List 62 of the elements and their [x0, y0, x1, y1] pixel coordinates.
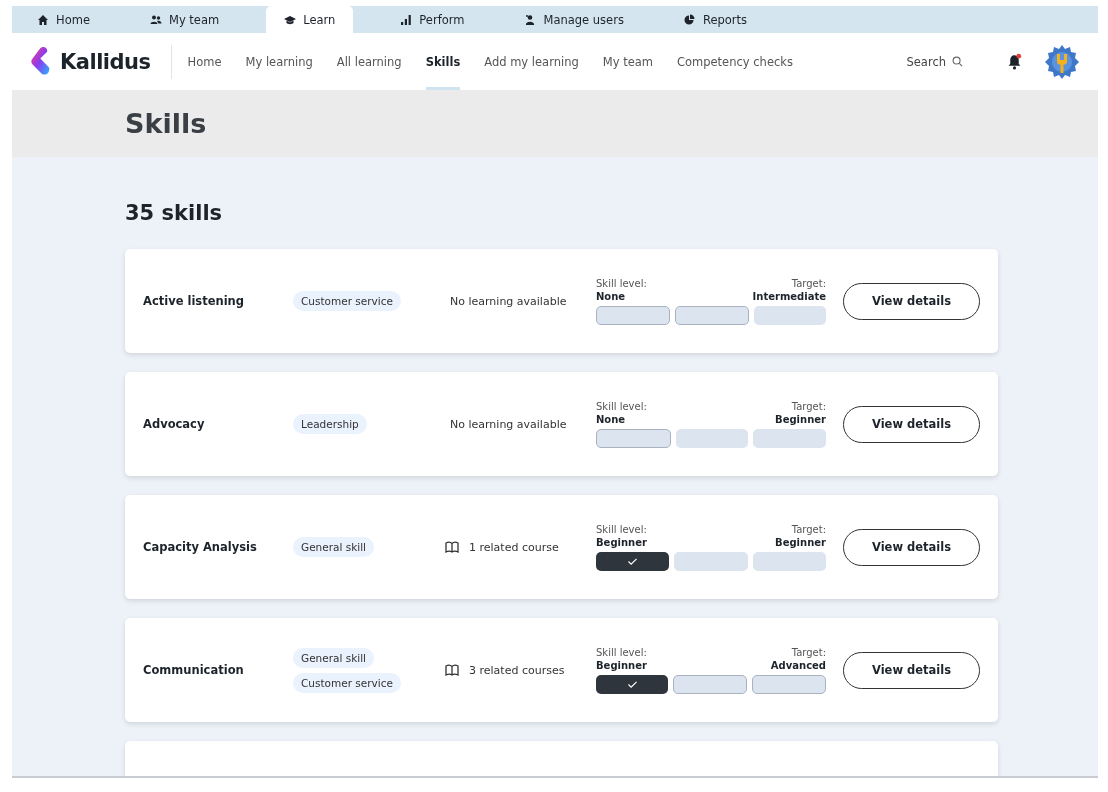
view-details-button[interactable]: View details — [843, 282, 980, 320]
skill-name: Capacity Analysis — [143, 540, 258, 554]
people-icon — [149, 13, 162, 26]
search-icon — [952, 56, 963, 67]
skill-name: Communication — [143, 663, 245, 677]
skill-level-value: None — [596, 290, 627, 303]
category-tag: General skill — [293, 537, 375, 557]
learning-status: 3 related courses — [469, 663, 565, 677]
module-tab[interactable]: Reports — [670, 6, 761, 33]
skill-level-label: Skill level: — [596, 523, 647, 536]
target-label: Target: — [790, 523, 826, 536]
home-icon — [37, 13, 49, 26]
module-tab[interactable]: Home — [24, 6, 103, 33]
check-icon — [626, 680, 638, 689]
nav-link[interactable]: Competency checks — [676, 33, 793, 90]
module-tab[interactable]: My team — [136, 6, 233, 33]
skill-name: Advocacy — [143, 417, 206, 431]
nav-link[interactable]: My learning — [245, 33, 313, 90]
skill-level-label: Skill level: — [596, 277, 647, 290]
module-tab[interactable]: Manage users — [511, 6, 637, 33]
book-icon — [445, 541, 459, 553]
view-details-button[interactable]: View details — [843, 528, 980, 566]
check-icon — [627, 557, 639, 566]
skills-count: 35 skills — [125, 201, 224, 225]
target-label: Target: — [790, 400, 826, 413]
pie-chart-icon — [683, 13, 696, 26]
book-icon — [445, 664, 459, 676]
target-label: Target: — [790, 277, 826, 290]
nav-link[interactable]: All learning — [336, 33, 402, 90]
skill-level-label: Skill level: — [596, 646, 647, 659]
target-value: Beginner — [775, 536, 826, 549]
view-details-button[interactable]: View details — [843, 651, 980, 689]
learning-status: No learning available — [450, 417, 567, 431]
page-title: Skills — [125, 108, 207, 139]
view-details-button[interactable]: View details — [843, 405, 980, 443]
target-value: Beginner — [775, 413, 826, 426]
category-tag: General skill — [293, 647, 375, 668]
target-label: Target: — [790, 646, 826, 659]
nav-link[interactable]: Add my learning — [484, 33, 579, 90]
skill-level-value: Beginner — [596, 659, 647, 672]
brand-name: Kallidus — [60, 49, 151, 74]
graduation-cap-icon — [284, 13, 297, 26]
user-add-icon — [524, 13, 537, 26]
skill-level-value: Beginner — [596, 536, 647, 549]
skill-name: Active listening — [143, 294, 246, 308]
avatar-gear-icon[interactable] — [1044, 43, 1080, 80]
module-tab[interactable]: Perform — [387, 6, 478, 33]
category-tag: Customer service — [293, 672, 401, 693]
search-button[interactable]: Search — [900, 53, 969, 70]
category-tag: Customer service — [293, 291, 401, 311]
bar-chart-icon — [400, 13, 413, 26]
target-value: Intermediate — [752, 290, 826, 303]
skill-level-label: Skill level: — [596, 400, 647, 413]
notification-bell-icon[interactable] — [1007, 53, 1022, 70]
nav-link[interactable]: Home — [187, 33, 222, 90]
learning-status: No learning available — [450, 294, 567, 308]
nav-link[interactable]: My team — [602, 33, 653, 90]
skill-level-value: None — [596, 413, 627, 426]
learning-status: 1 related course — [469, 540, 559, 554]
module-tab[interactable]: Learn — [266, 6, 354, 33]
target-value: Advanced — [770, 659, 826, 672]
category-tag: Leadership — [293, 414, 367, 434]
